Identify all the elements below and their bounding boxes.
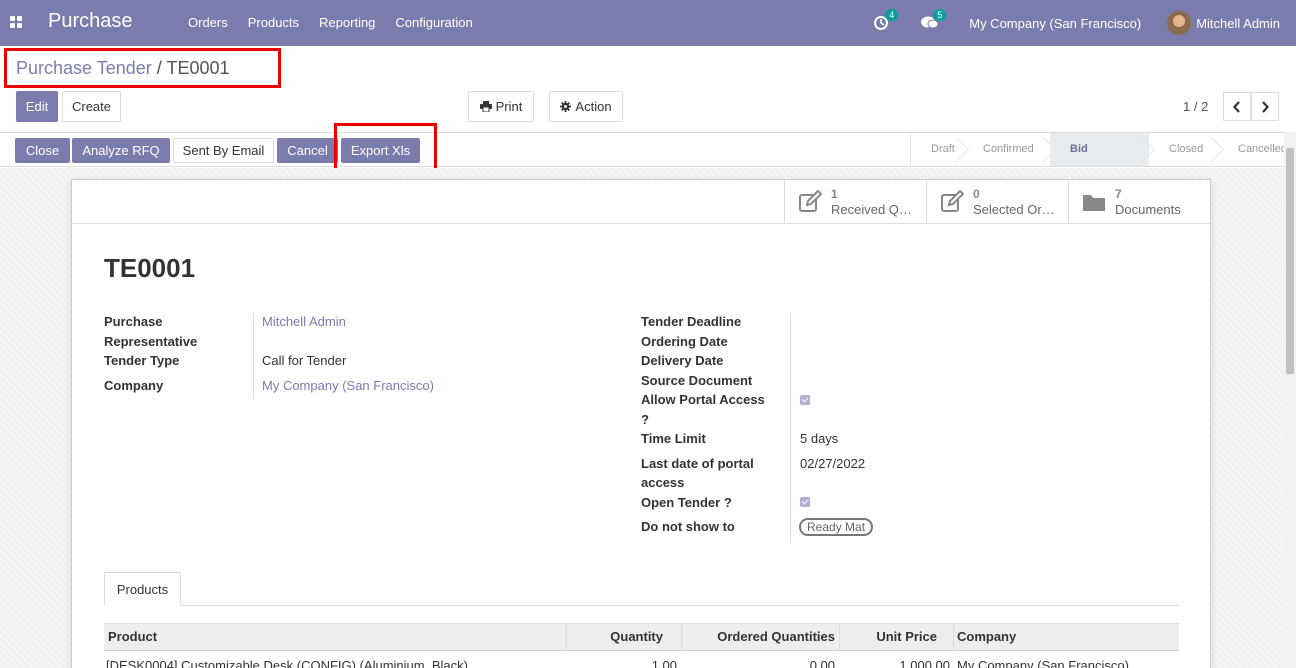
selected-count: 0 (973, 187, 980, 201)
sent-by-email-button[interactable]: Sent By Email (173, 138, 274, 163)
print-icon (479, 101, 492, 112)
cell-quantity: 1.00 (651, 658, 677, 668)
ordering-date-label: Ordering Date (641, 334, 728, 349)
purchase-representative-label-2: Representative (104, 334, 198, 349)
systray: 4 5 My Company (San Francisco) Mitchell … (873, 0, 1296, 46)
analyze-rfq-button[interactable]: Analyze RFQ (72, 138, 170, 163)
action-label: Action (575, 99, 612, 114)
edit-icon (799, 190, 822, 212)
source-document-label: Source Document (641, 373, 753, 388)
tender-deadline-label: Tender Deadline (641, 314, 742, 329)
allow-portal-access-label-2: ? (641, 412, 649, 427)
time-limit-label: Time Limit (641, 431, 706, 446)
received-label: Received Q… (831, 202, 912, 217)
scrollbar[interactable] (1284, 132, 1296, 668)
highlight-box-breadcrumb (4, 48, 281, 88)
company-label: Company (104, 378, 164, 393)
status-bar: Close Analyze RFQ Sent By Email Cancel E… (0, 132, 1296, 188)
last-date-portal-field[interactable]: 02/27/2022 (800, 454, 865, 474)
app-title[interactable]: Purchase (48, 10, 133, 33)
folder-icon (1083, 195, 1105, 211)
message-count-badge: 5 (933, 9, 947, 21)
left-group-separator (253, 313, 254, 399)
action-button[interactable]: Action (549, 91, 623, 122)
products-table-header: Product Quantity Ordered Quantities Unit… (104, 623, 1179, 651)
menu-products[interactable]: Products (248, 15, 299, 30)
form-sheet: 1 Received Q… 0 Selected Or… 7 Documents TE… (71, 179, 1211, 668)
time-limit-field[interactable]: 5 days (800, 429, 838, 449)
messages-icon[interactable]: 5 (921, 9, 947, 31)
open-tender-checkbox[interactable] (800, 497, 810, 507)
do-not-show-to-tag[interactable]: Ready Mat (799, 518, 874, 536)
tab-products[interactable]: Products (104, 572, 181, 606)
stage-confirmed[interactable]: Confirmed (963, 133, 1050, 166)
pager-next-button[interactable] (1251, 92, 1279, 121)
smart-button-box: 1 Received Q… 0 Selected Or… 7 Documents (72, 180, 1210, 224)
close-button[interactable]: Close (15, 138, 70, 163)
open-tender-label: Open Tender ? (641, 495, 732, 510)
activity-icon[interactable]: 4 (873, 9, 899, 31)
chevron-right-icon (1262, 100, 1269, 113)
tender-type-label: Tender Type (104, 353, 180, 368)
stage-closed[interactable]: Closed (1149, 133, 1218, 166)
pager-previous-button[interactable] (1223, 92, 1251, 121)
record-title[interactable]: TE0001 (104, 253, 195, 284)
col-ordered-quantities[interactable]: Ordered Quantities (681, 624, 835, 651)
allow-portal-access-checkbox[interactable] (800, 395, 810, 405)
delivery-date-label: Delivery Date (641, 353, 724, 368)
apps-menu-icon[interactable] (10, 16, 22, 28)
stage-draft[interactable]: Draft (911, 133, 963, 166)
menu-reporting[interactable]: Reporting (319, 15, 375, 30)
print-label: Print (495, 99, 523, 114)
selected-label: Selected Or… (973, 202, 1055, 217)
create-button[interactable]: Create (62, 91, 121, 122)
purchase-representative-label-1: Purchase (104, 314, 163, 329)
menu-orders[interactable]: Orders (188, 15, 228, 30)
cell-unit-price: 1,000.00 (899, 658, 950, 668)
documents-label: Documents (1115, 202, 1181, 217)
tender-type-field[interactable]: Call for Tender (262, 351, 346, 371)
col-unit-price[interactable]: Unit Price (839, 624, 937, 651)
print-button[interactable]: Print (468, 91, 534, 122)
pager-value[interactable]: 1 / 2 (1183, 99, 1208, 114)
smart-button-documents[interactable]: 7 Documents (1068, 180, 1210, 224)
do-not-show-to-label: Do not show to (641, 519, 735, 534)
cell-ordered-quantities: 0.00 (809, 658, 835, 668)
stage-bid-selection[interactable]: Bid Selection (1050, 133, 1149, 188)
company-field[interactable]: My Company (San Francisco) (262, 376, 434, 396)
smart-button-received-quotations[interactable]: 1 Received Q… (784, 180, 926, 224)
col-product[interactable]: Product (108, 624, 157, 651)
main-menu: Orders Products Reporting Configuration (188, 15, 473, 30)
col-company[interactable]: Company (957, 624, 1016, 651)
activity-count-badge: 4 (885, 9, 899, 21)
gear-icon (560, 101, 572, 112)
user-menu[interactable]: Mitchell Admin (1196, 16, 1280, 31)
col-quantity[interactable]: Quantity (566, 624, 663, 651)
user-avatar[interactable] (1167, 11, 1192, 35)
table-row[interactable]: [DESK0004] Customizable Desk (CONFIG) (A… (104, 656, 1179, 668)
last-date-portal-label-2: access (641, 475, 685, 490)
edit-button[interactable]: Edit (16, 91, 58, 122)
smart-button-selected-orders[interactable]: 0 Selected Or… (926, 180, 1068, 224)
right-group-separator (790, 313, 791, 543)
status-stages: Draft Confirmed Bid Selection Closed Can… (910, 133, 1296, 188)
notebook-tabs: Products (104, 572, 1179, 606)
col-separator (953, 624, 954, 651)
purchase-representative-field[interactable]: Mitchell Admin (262, 312, 346, 332)
scrollbar-thumb[interactable] (1286, 148, 1294, 374)
edit-icon (941, 190, 964, 212)
cell-product: [DESK0004] Customizable Desk (CONFIG) (A… (106, 658, 468, 668)
top-navbar: Purchase Orders Products Reporting Confi… (0, 0, 1296, 46)
cancel-button[interactable]: Cancel (277, 138, 338, 163)
documents-count: 7 (1115, 187, 1122, 201)
received-count: 1 (831, 187, 838, 201)
allow-portal-access-label-1: Allow Portal Access (641, 392, 765, 407)
menu-configuration[interactable]: Configuration (395, 15, 472, 30)
cell-company: My Company (San Francisco) (957, 658, 1129, 668)
chevron-left-icon (1233, 100, 1240, 113)
last-date-portal-label-1: Last date of portal (641, 456, 754, 471)
company-switcher[interactable]: My Company (San Francisco) (969, 16, 1141, 31)
